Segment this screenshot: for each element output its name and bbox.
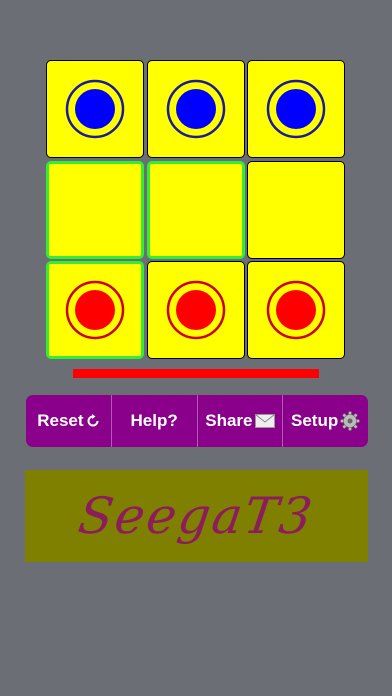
- title-banner: SeegaT3: [25, 470, 368, 562]
- red-piece-center: [75, 290, 115, 330]
- board-cell-2-0[interactable]: [46, 261, 144, 359]
- toolbar: Reset Help? Share Setup: [26, 395, 368, 447]
- turn-indicator: [73, 369, 319, 378]
- help-button[interactable]: Help?: [112, 395, 198, 447]
- board-cell-2-2[interactable]: [247, 261, 345, 359]
- board-cell-1-1[interactable]: [147, 161, 245, 259]
- blue-piece[interactable]: [266, 79, 326, 139]
- setup-label: Setup: [291, 411, 339, 430]
- setup-button[interactable]: Setup: [283, 395, 368, 447]
- red-piece[interactable]: [166, 280, 226, 340]
- blue-piece[interactable]: [65, 79, 125, 139]
- red-piece-center: [176, 290, 216, 330]
- blue-piece[interactable]: [166, 79, 226, 139]
- game-title: SeegaT3: [75, 487, 318, 545]
- share-label: Share: [205, 411, 253, 430]
- blue-piece-center: [276, 89, 316, 129]
- board-cell-0-1[interactable]: [147, 60, 245, 158]
- board-cell-1-0[interactable]: [46, 161, 144, 259]
- gear-icon: [340, 411, 361, 431]
- red-piece[interactable]: [266, 280, 326, 340]
- help-label: Help?: [130, 411, 178, 430]
- red-piece[interactable]: [65, 280, 125, 340]
- board-cell-0-2[interactable]: [247, 60, 345, 158]
- red-piece-center: [276, 290, 316, 330]
- game-board: [46, 60, 346, 360]
- blue-piece-center: [75, 89, 115, 129]
- board-cell-0-0[interactable]: [46, 60, 144, 158]
- share-button[interactable]: Share: [198, 395, 284, 447]
- blue-piece-center: [176, 89, 216, 129]
- board-cell-2-1[interactable]: [147, 261, 245, 359]
- reset-label: Reset: [37, 411, 84, 430]
- refresh-icon: [86, 414, 100, 428]
- board-cell-1-2[interactable]: [247, 161, 345, 259]
- reset-button[interactable]: Reset: [26, 395, 112, 447]
- envelope-icon: [254, 414, 275, 428]
